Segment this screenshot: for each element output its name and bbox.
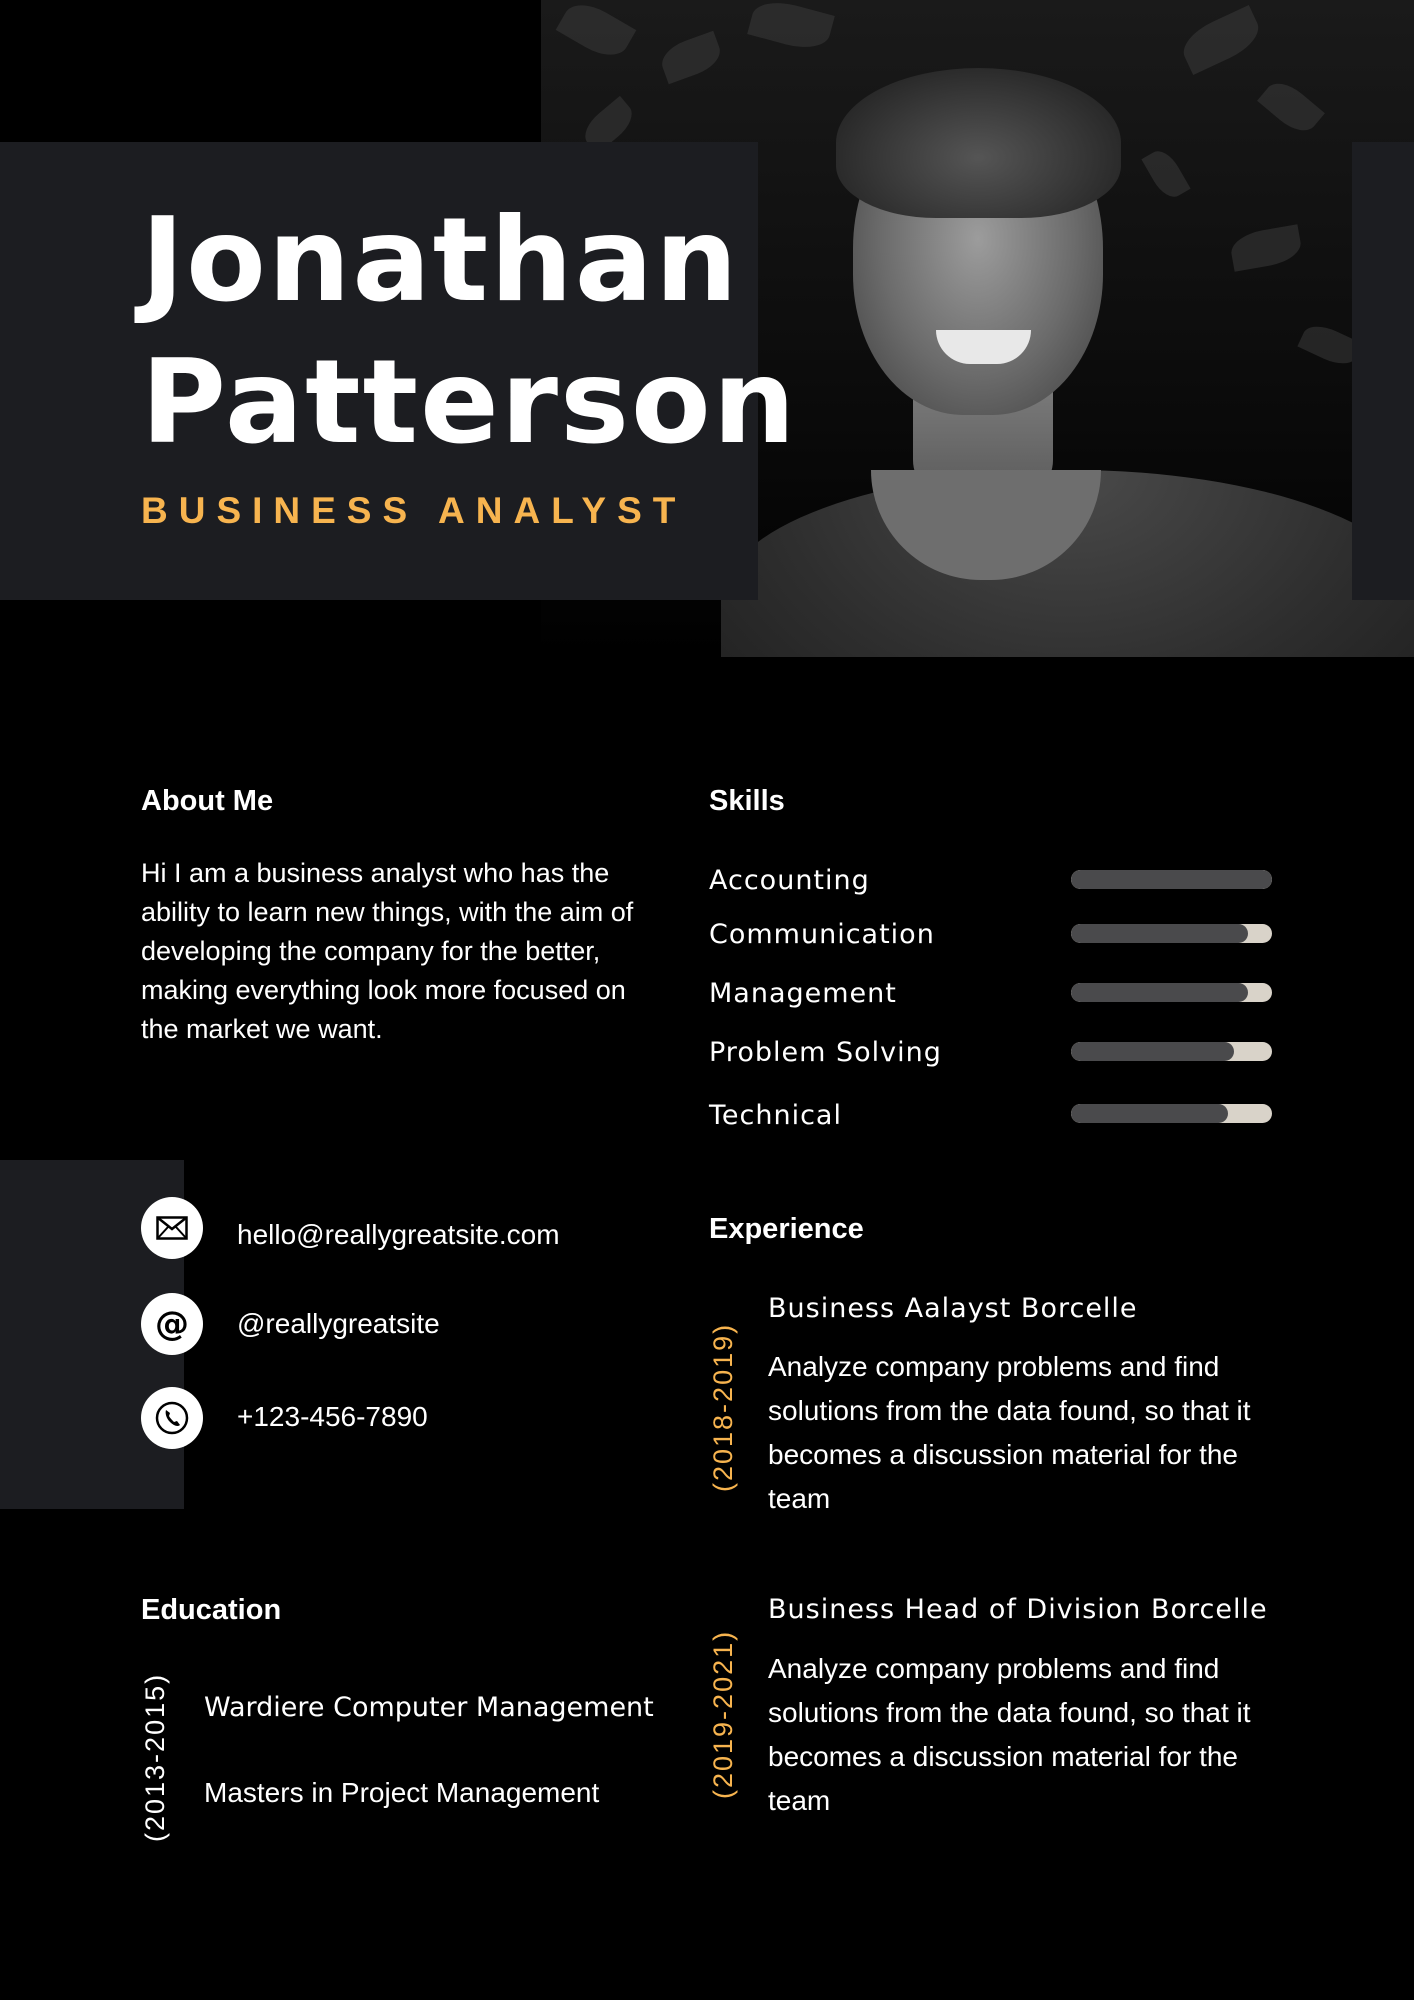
phone-icon: [141, 1387, 203, 1449]
mail-icon: [141, 1197, 203, 1259]
job-title-entry: Business Head of Division Borcelle: [768, 1594, 1268, 1625]
about-heading: About Me: [141, 785, 274, 817]
decorative-block: [1352, 142, 1414, 600]
about-text: Hi I am a business analyst who has the a…: [141, 858, 634, 1044]
skill-label: Problem Solving: [709, 1037, 942, 1068]
experience-years: (2019-2021): [708, 1629, 738, 1799]
education-heading: Education: [141, 1594, 282, 1626]
job-description: Analyze company problems and find soluti…: [768, 1351, 1251, 1514]
skill-bar: [1071, 924, 1272, 943]
last-name: Patterson: [141, 335, 798, 470]
phone-link[interactable]: +123-456-7890: [237, 1401, 428, 1433]
skills-heading: Skills: [709, 785, 785, 817]
skill-bar: [1071, 870, 1272, 889]
skill-label: Management: [709, 978, 897, 1009]
skill-bar-fill: [1071, 1104, 1228, 1123]
skill-bar-fill: [1071, 983, 1248, 1002]
job-title: BUSINESS ANALYST: [141, 490, 687, 531]
skill-bar: [1071, 983, 1272, 1002]
experience-years: (2018-2019): [708, 1322, 738, 1492]
skill-bar-fill: [1071, 1042, 1234, 1061]
skill-bar: [1071, 1104, 1272, 1123]
skill-bar: [1071, 1042, 1272, 1061]
email-link[interactable]: hello@reallygreatsite.com: [237, 1219, 560, 1251]
first-name: Jonathan: [141, 193, 740, 328]
skill-label: Accounting: [709, 865, 870, 896]
skill-bar-fill: [1071, 870, 1272, 889]
job-description: Analyze company problems and find soluti…: [768, 1653, 1251, 1816]
education-years: (2013-2015): [140, 1672, 170, 1842]
skill-label: Technical: [709, 1100, 842, 1131]
skill-bar-fill: [1071, 924, 1248, 943]
experience-heading: Experience: [709, 1213, 864, 1245]
skill-label: Communication: [709, 919, 935, 950]
full-name: Jonathan Patterson: [141, 190, 797, 474]
education-degree: Masters in Project Management: [204, 1777, 600, 1808]
education-school: Wardiere Computer Management: [204, 1692, 654, 1723]
at-icon: @: [141, 1293, 203, 1355]
job-title-entry: Business Aalayst Borcelle: [768, 1293, 1138, 1324]
social-link[interactable]: @reallygreatsite: [237, 1308, 440, 1340]
